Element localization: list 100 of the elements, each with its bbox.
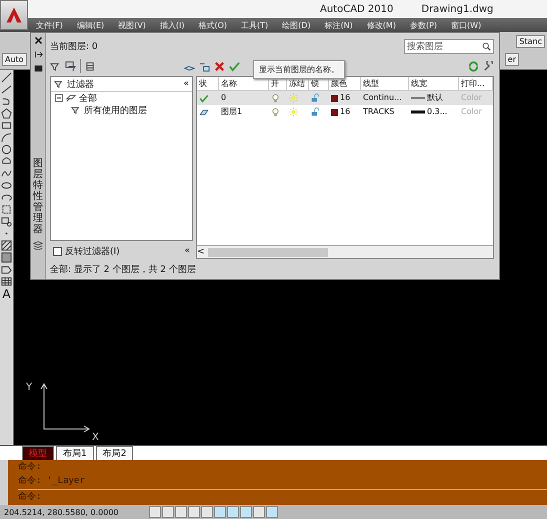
linetype[interactable]: Continu... (361, 91, 409, 105)
status-toggle[interactable] (188, 506, 200, 518)
search-icon[interactable] (482, 42, 491, 50)
menu-item[interactable]: 绘图(D) (282, 20, 311, 30)
color-swatch[interactable] (331, 108, 338, 116)
arc-icon[interactable] (1, 132, 12, 143)
collapse-button[interactable]: « (184, 246, 190, 256)
lineweight-sample (411, 110, 425, 114)
status-toggle[interactable] (200, 506, 213, 518)
current-layer-label: 当前图层: 0 (50, 40, 98, 52)
block-icon[interactable] (1, 204, 12, 215)
line-icon[interactable] (1, 72, 12, 83)
status-toggle[interactable] (174, 506, 187, 518)
palette-title: 图层特性管理器 (33, 158, 43, 235)
tree-item[interactable]: 全部 (79, 92, 97, 104)
app-title: AutoCAD 2010 (320, 4, 394, 14)
checkmark-icon (199, 94, 209, 102)
plot-style: Color (459, 91, 493, 105)
arc-icon[interactable] (1, 96, 12, 107)
scroll-left-button[interactable]: < (197, 247, 205, 257)
new-layer-frozen-icon[interactable] (199, 60, 210, 72)
axis-label: Y (26, 382, 32, 393)
layer-states-icon[interactable] (85, 60, 96, 72)
layer-name[interactable]: 0 (221, 94, 226, 102)
ellipse-arc-icon[interactable] (1, 192, 12, 203)
hatch-icon[interactable] (1, 240, 12, 251)
menu-item[interactable]: 工具(T) (241, 20, 268, 30)
status-toggle[interactable] (148, 506, 161, 518)
status-toggle[interactable] (162, 506, 174, 518)
search-field[interactable]: 搜索图层 (404, 38, 494, 54)
color-swatch[interactable] (331, 94, 338, 102)
settings-icon[interactable] (483, 60, 494, 72)
axis-label: X (92, 432, 99, 443)
filter-icon[interactable] (71, 105, 81, 115)
document-title: Drawing1.dwg (421, 4, 494, 14)
properties-icon[interactable] (34, 64, 42, 73)
invert-filter-checkbox[interactable] (53, 246, 62, 256)
layers-icon[interactable] (33, 240, 43, 250)
padlock-icon[interactable] (311, 107, 320, 117)
text-tool[interactable]: A (2, 288, 11, 300)
menu-item[interactable]: 文件(F) (36, 20, 63, 30)
padlock-icon[interactable] (311, 93, 320, 103)
filters-header: 过滤器 (67, 78, 95, 90)
ellipse-icon[interactable] (1, 180, 12, 191)
layer-icon (199, 108, 209, 116)
table-icon[interactable] (1, 276, 12, 287)
layout-tab[interactable]: 布局1 (56, 446, 94, 460)
block-icon[interactable] (1, 216, 12, 227)
layers-icon[interactable] (66, 93, 76, 103)
workspace-dropdown[interactable]: Auto (2, 53, 27, 66)
layer-count-status: 全部: 显示了 2 个图层，共 2 个图层 (50, 264, 196, 276)
style-dropdown[interactable]: Stanc (516, 34, 545, 48)
rectangle-icon[interactable] (1, 120, 12, 131)
layout-tab[interactable]: 布局2 (96, 446, 134, 460)
layer-name[interactable]: 图层1 (221, 108, 242, 116)
lineweight[interactable]: 0.3... (427, 108, 448, 116)
close-icon[interactable] (34, 36, 42, 45)
status-toggle[interactable] (226, 506, 239, 518)
color-index: 16 (340, 94, 350, 102)
status-toggle[interactable] (214, 506, 226, 518)
menu-item[interactable]: 参数(P) (410, 20, 438, 30)
region-icon[interactable] (1, 264, 12, 275)
command-history-line: 命令: (18, 460, 42, 474)
lightbulb-icon[interactable] (271, 107, 280, 117)
lineweight[interactable]: 默认 (427, 94, 443, 102)
menu-item[interactable]: 修改(M) (366, 20, 396, 30)
layer-dropdown[interactable]: er (504, 53, 519, 66)
lineweight-sample (411, 96, 425, 100)
status-toggle[interactable] (240, 506, 252, 518)
menu-item[interactable]: 插入(I) (160, 20, 184, 30)
polyline-icon[interactable] (1, 84, 12, 95)
polygon-icon[interactable] (1, 108, 12, 119)
cloud-icon[interactable] (1, 156, 12, 167)
auto-hide-icon[interactable] (34, 50, 42, 59)
tooltip: 显示当前图层的名称。 (253, 60, 345, 79)
collapse-button[interactable]: « (183, 79, 189, 89)
status-toggle[interactable] (266, 506, 278, 518)
menu-item[interactable]: 视图(V) (118, 20, 146, 30)
gradient-icon[interactable] (1, 252, 12, 263)
logo-icon (5, 6, 23, 24)
spline-icon[interactable] (1, 168, 12, 179)
menu-item[interactable]: 标注(N) (324, 20, 353, 30)
command-history-line: 命令: '_Layer (18, 474, 86, 488)
scrollbar-thumb[interactable] (208, 248, 328, 256)
filter-icon[interactable] (54, 79, 64, 89)
status-toggle[interactable] (252, 506, 265, 518)
tree-toggle-icon[interactable] (55, 94, 63, 102)
invert-filter-label: 反转过滤器(I) (65, 246, 120, 258)
menu-item[interactable]: 格式(O) (198, 20, 228, 30)
circle-icon[interactable] (1, 144, 12, 155)
tree-item[interactable]: 所有使用的图层 (84, 104, 147, 116)
lightbulb-icon[interactable] (271, 93, 280, 103)
delete-icon[interactable] (214, 60, 225, 72)
menu-item[interactable]: 编辑(E) (76, 20, 104, 30)
layout-tab[interactable]: 模型 (22, 446, 54, 460)
group-filter-icon[interactable] (65, 60, 76, 72)
color-index: 16 (340, 108, 350, 116)
coordinates: 204.5214, 280.5580, 0.0000 (4, 508, 119, 516)
menu-item[interactable]: 窗口(W) (451, 20, 482, 30)
application-button[interactable] (0, 0, 28, 30)
